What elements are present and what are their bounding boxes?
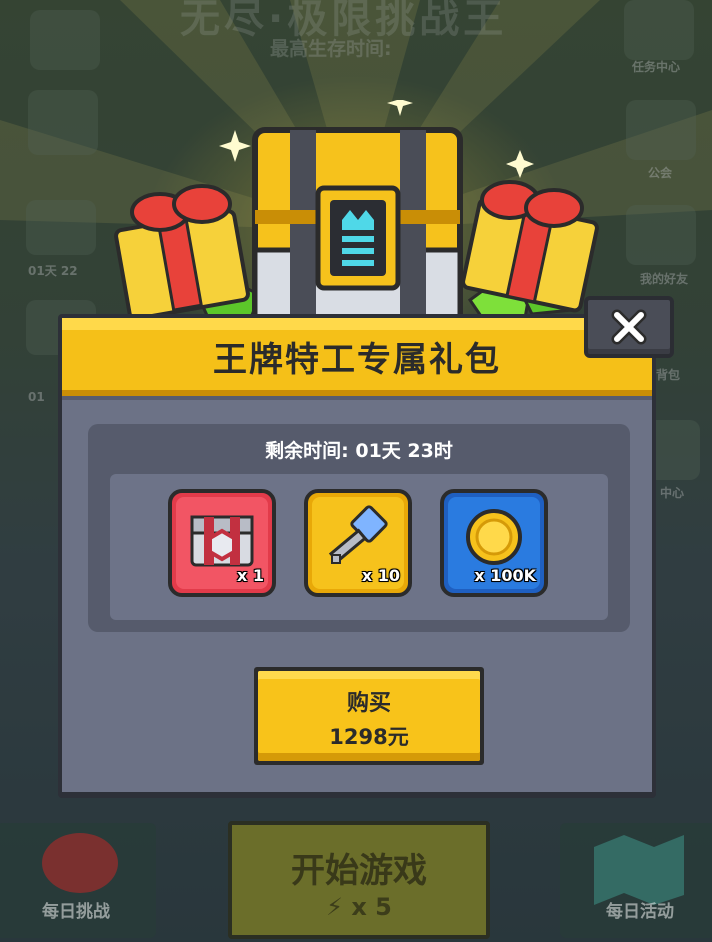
buy-label: 购买 (346, 691, 391, 716)
dialog-header: 王牌特工专属礼包 (62, 318, 652, 396)
lightning-icon: ⚡ (326, 893, 343, 921)
daily-challenge-button: 每日挑战 (0, 823, 156, 938)
close-button[interactable] (584, 296, 674, 358)
start-game-button: 开始游戏 ⚡ x 5 (228, 821, 490, 939)
reward-item-key-qty: x 10 (361, 566, 400, 585)
daily-event-button: 每日活动 (560, 823, 712, 938)
reward-item-coins[interactable]: x 100K (440, 489, 548, 597)
boxing-glove-icon (42, 833, 118, 893)
map-icon (594, 835, 684, 905)
reward-item-chest-qty: x 1 (236, 566, 264, 585)
gift-pack-artwork (114, 100, 599, 328)
remaining-time-label: 剩余时间: 01天 23时 (265, 440, 453, 462)
start-game-label: 开始游戏 (291, 851, 427, 891)
red-gift-left-icon (114, 184, 250, 321)
buy-price: 1298元 (329, 725, 409, 749)
buy-button-face: 购买 1298元 (258, 671, 480, 761)
golden-chest-icon (252, 127, 463, 328)
bottom-bar: 每日挑战 开始游戏 ⚡ x 5 每日活动 (0, 815, 712, 942)
dialog-header-highlight (62, 318, 652, 330)
daily-event-label: 每日活动 (606, 902, 674, 922)
reward-item-key[interactable]: x 10 (304, 489, 412, 597)
reward-item-coins-qty: x 100K (474, 566, 536, 585)
reward-panel: 剩余时间: 01天 23时 x 1 x 10 x 100K (88, 424, 630, 632)
buy-button[interactable]: 购买 1298元 (254, 667, 484, 765)
close-icon (611, 309, 647, 345)
reward-item-chest[interactable]: x 1 (168, 489, 276, 597)
reward-items-strip: x 1 x 10 x 100K (110, 474, 608, 620)
red-gift-right-icon (461, 180, 599, 313)
dialog-title: 王牌特工专属礼包 (213, 340, 501, 380)
energy-cost-label: ⚡ x 5 (232, 893, 486, 921)
daily-challenge-label: 每日挑战 (42, 902, 110, 922)
energy-cost-value: x 5 (351, 893, 392, 921)
